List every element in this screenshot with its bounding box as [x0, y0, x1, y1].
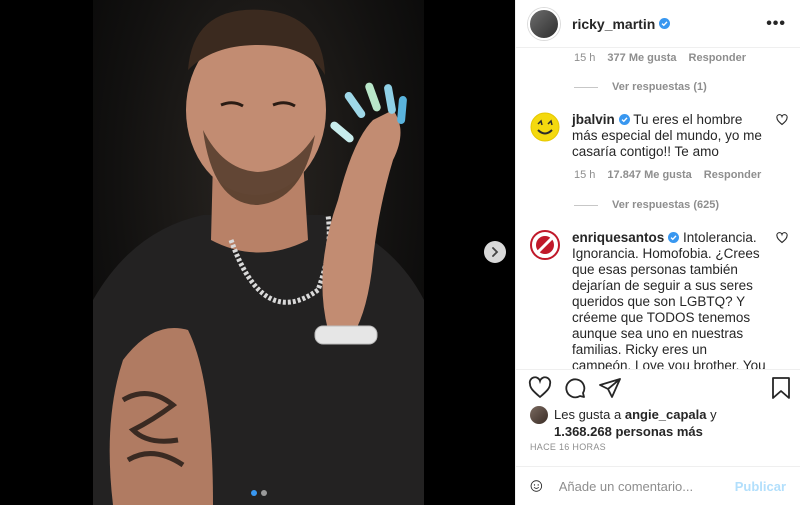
- likes-prefix: Les gusta a: [554, 407, 622, 422]
- view-replies-button[interactable]: Ver respuestas (1): [574, 81, 707, 93]
- reply-button[interactable]: Responder: [704, 169, 761, 181]
- comment-time: 15 h: [574, 52, 596, 64]
- likes-text: Les gusta a angie_capala y 1.368.268 per…: [554, 406, 717, 440]
- author-avatar[interactable]: [528, 7, 560, 40]
- view-replies-button[interactable]: Ver respuestas (625): [574, 199, 719, 211]
- chevron-right-icon: [492, 247, 499, 257]
- portrait-illustration: [93, 9, 424, 505]
- prev-reply-meta: 15 h 377 Me gusta Responder: [574, 52, 746, 64]
- likes-connector: y: [710, 407, 717, 422]
- verified-badge-icon: [659, 18, 671, 29]
- comment-body: enriquesantos Intolerancia. Ignorancia. …: [572, 230, 768, 369]
- save-bookmark-icon[interactable]: [770, 376, 792, 400]
- likes-summary: Les gusta a angie_capala y 1.368.268 per…: [530, 406, 792, 440]
- share-paper-plane-icon[interactable]: [598, 376, 622, 400]
- liker-username[interactable]: angie_capala: [625, 407, 707, 422]
- author-username[interactable]: ricky_martin: [572, 16, 655, 32]
- likes-count[interactable]: 1.368.268 personas más: [554, 424, 703, 439]
- like-comment-heart-icon[interactable]: [776, 232, 788, 244]
- carousel-dot-active: [251, 490, 257, 496]
- comment-body: jbalvin Tu eres el hombre más especial d…: [572, 112, 768, 160]
- comments-list: 15 h 377 Me gusta Responder Ver respuest…: [516, 49, 800, 369]
- like-heart-icon[interactable]: [528, 376, 552, 400]
- reply-button[interactable]: Responder: [689, 52, 746, 64]
- comment-username[interactable]: enriquesantos: [572, 230, 664, 245]
- comment-likes[interactable]: 17.847 Me gusta: [607, 169, 691, 181]
- commenter-avatar-enriquesantos[interactable]: [530, 230, 560, 260]
- publish-button[interactable]: Publicar: [735, 479, 786, 494]
- verified-badge-icon: [668, 232, 680, 243]
- comment-time: 15 h: [574, 169, 596, 181]
- comment-likes[interactable]: 377 Me gusta: [607, 52, 676, 64]
- liker-avatar[interactable]: [530, 406, 548, 424]
- emoji-smiley-icon[interactable]: [530, 474, 543, 498]
- post-photo[interactable]: [93, 0, 424, 505]
- comment-input[interactable]: [558, 478, 735, 494]
- carousel-next-button[interactable]: [484, 241, 506, 263]
- comment-bubble-icon[interactable]: [563, 376, 587, 400]
- carousel-dot: [261, 490, 267, 496]
- comment-item: enriquesantos Intolerancia. Ignorancia. …: [530, 230, 792, 369]
- post-side-panel: ricky_martin ••• 15 h 377 Me gusta Respo…: [515, 0, 800, 505]
- add-comment-bar: Publicar: [516, 466, 800, 505]
- like-comment-heart-icon[interactable]: [776, 114, 788, 126]
- comment-meta: 15 h 17.847 Me gusta Responder: [574, 169, 761, 181]
- more-options-icon[interactable]: •••: [766, 15, 786, 33]
- comment-username[interactable]: jbalvin: [572, 112, 615, 127]
- comment-item: jbalvin Tu eres el hombre más especial d…: [530, 112, 792, 160]
- carousel-indicator: [251, 490, 267, 496]
- post-media: [0, 0, 515, 505]
- commenter-avatar-jbalvin[interactable]: [530, 112, 560, 142]
- post-timestamp[interactable]: HACE 16 HORAS: [530, 442, 606, 452]
- post-header: ricky_martin •••: [516, 0, 800, 48]
- post-actions-bar: [516, 369, 800, 405]
- verified-badge-icon: [618, 114, 630, 125]
- comment-text: Intolerancia. Ignorancia. Homofobia. ¿Cr…: [572, 230, 766, 369]
